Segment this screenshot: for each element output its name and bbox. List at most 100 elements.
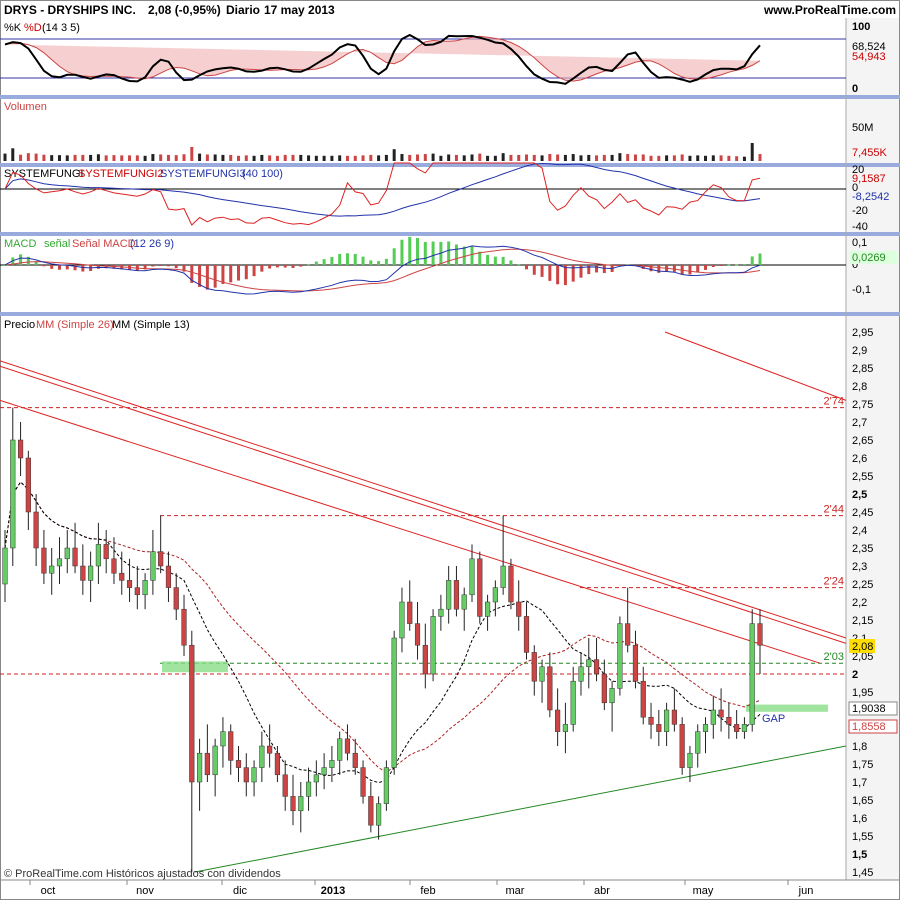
macd-histogram-bar: [742, 264, 746, 266]
chart-frame: [0, 0, 900, 900]
candle-body: [757, 623, 763, 646]
volume-bar: [190, 147, 194, 161]
volume-bar: [205, 154, 209, 161]
volume-value: 7,455K: [852, 147, 888, 159]
macd-histogram-bar: [345, 253, 349, 265]
level-label: 2'24: [824, 576, 844, 588]
candle-body: [477, 558, 483, 617]
price-tick-label: 2,95: [852, 327, 873, 339]
panel-separator: [0, 163, 900, 167]
macd-histogram-bar: [229, 265, 233, 283]
volume-bar: [633, 154, 637, 161]
candle-body: [368, 796, 374, 826]
macd-histogram-bar: [493, 256, 497, 265]
ma13-value: 1,8558: [852, 721, 886, 733]
candle-body: [344, 738, 351, 754]
volume-bar: [470, 154, 474, 161]
candle-body: [305, 781, 312, 797]
last-price-value: 2,08: [852, 641, 873, 653]
macd-histogram-bar: [400, 239, 404, 265]
macd-histogram-bar: [649, 265, 653, 272]
candle-body: [150, 551, 156, 581]
stoch-tick-0: 0: [852, 83, 858, 95]
macd-histogram-bar: [478, 251, 482, 265]
macd-histogram-bar: [423, 241, 427, 265]
price-tick-label: 2,65: [852, 435, 873, 447]
macd-histogram-bar: [470, 246, 474, 265]
volume-bar: [439, 155, 443, 161]
macd-histogram-bar: [283, 265, 287, 268]
macd-tick-minus-0-1: -0,1: [852, 284, 871, 296]
macd-histogram-bar: [672, 265, 676, 272]
macd-title-2: señal: [44, 238, 70, 250]
volume-bar: [96, 154, 100, 161]
candle-body: [298, 796, 304, 812]
volume-bar: [174, 155, 178, 161]
candle-body: [422, 644, 428, 675]
volume-bar: [524, 154, 528, 161]
candle-body: [80, 565, 86, 581]
volume-bar: [299, 154, 303, 161]
volume-bar: [229, 154, 233, 161]
candle-body: [181, 608, 187, 646]
macd-histogram-bar: [579, 265, 583, 278]
candle-body: [484, 601, 491, 617]
volume-bar: [431, 153, 435, 161]
stoch-tick-100: 100: [852, 21, 870, 33]
candle-body: [593, 659, 600, 675]
macd-histogram-bar: [353, 253, 357, 265]
x-tick-label: feb: [420, 885, 435, 897]
volume-bar: [509, 154, 513, 161]
macd-histogram-bar: [758, 253, 762, 265]
volume-bar: [556, 154, 560, 161]
stoch-params: (14 3 5): [42, 22, 80, 34]
price-tick-label: 2,45: [852, 507, 873, 519]
candle-body: [313, 774, 319, 783]
stoch-d-value: 54,943: [852, 51, 886, 63]
candle-body: [383, 767, 389, 804]
volume-bar: [517, 154, 521, 161]
price-tick-label: 2,7: [852, 417, 867, 429]
candle-body: [72, 547, 78, 567]
volume-bar: [618, 153, 622, 161]
candle-body: [734, 724, 740, 732]
price-tick-label: 2,75: [852, 399, 873, 411]
volume-bar: [758, 154, 762, 161]
candle-body: [399, 601, 405, 639]
price-ma13-title: MM (Simple 13): [112, 319, 190, 331]
candle-body: [632, 644, 639, 682]
volume-bar: [423, 154, 427, 161]
x-tick-label: oct: [41, 885, 56, 897]
volume-bar: [532, 154, 536, 161]
macd-histogram-bar: [166, 265, 170, 267]
macd-histogram-bar: [587, 265, 591, 275]
price-tick-label: 2,8: [852, 381, 867, 393]
level-label: 2'74: [824, 396, 844, 408]
candle-body: [337, 738, 343, 761]
volume-bar: [166, 154, 170, 161]
volume-bar: [338, 155, 342, 161]
volume-bar: [104, 155, 108, 161]
macd-histogram-bar: [50, 265, 54, 269]
price-tick-label: 1,95: [852, 687, 873, 699]
candle-body: [609, 688, 615, 704]
volume-bar: [587, 154, 591, 161]
macd-histogram-bar: [221, 265, 225, 285]
volume-bar: [672, 155, 676, 161]
systemfungi3-value: -8,2542: [852, 191, 889, 203]
candle-body: [547, 666, 553, 711]
candle-body: [267, 745, 273, 754]
x-tick-label: nov: [136, 885, 154, 897]
volume-bar: [540, 155, 544, 161]
macd-histogram-bar: [548, 265, 552, 281]
macd-histogram-bar: [501, 256, 505, 265]
volume-bar: [392, 149, 396, 161]
candle-body: [189, 644, 195, 783]
price-tick-label: 2,55: [852, 471, 873, 483]
candle-body: [111, 558, 117, 574]
volume-bar: [641, 154, 645, 161]
systemfungi-tick-minus40: -40: [852, 221, 868, 233]
volume-bar: [462, 155, 466, 161]
macd-histogram-bar: [704, 265, 708, 270]
level-label: 2'44: [824, 504, 844, 516]
